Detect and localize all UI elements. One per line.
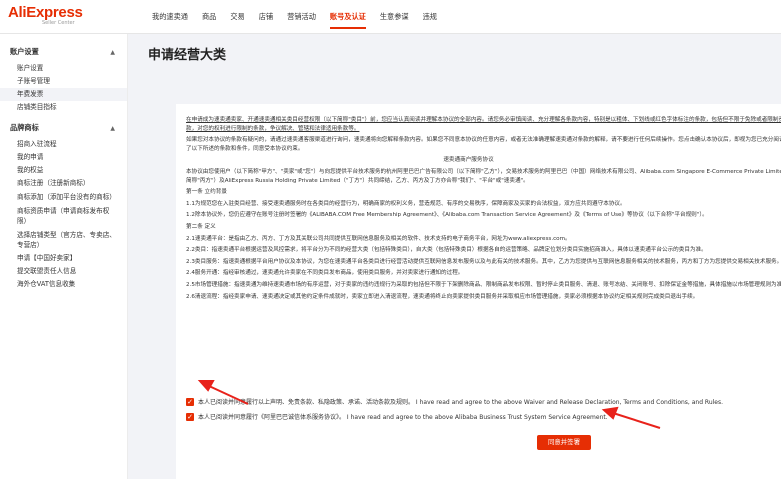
agreement-note: 如果您对本协议的条款有疑问的，请通过速卖通客服渠道进行询问，速卖通将向您解释条款…	[186, 137, 781, 152]
logo-subtitle: Seller Center	[42, 20, 75, 26]
nav-item-my-aliexpress[interactable]: 我的速卖通	[152, 0, 188, 34]
nav-item-products[interactable]: 商品	[202, 0, 216, 34]
sidebar-item-my-applications[interactable]: 我的申请	[0, 151, 127, 164]
checkbox-checked-icon[interactable]: ✓	[186, 412, 194, 421]
nav-item-orders[interactable]: 交易	[230, 0, 244, 34]
sidebar-group-title: 品牌商标	[10, 123, 39, 132]
sidebar-item-account-settings[interactable]: 账户设置	[0, 62, 127, 75]
agreement-section: 第一条 立约背景	[186, 189, 227, 196]
agreement-clause: 1.2除本协议外，您仍应遵守在账号注册时签署的《ALIBABA.COM Free…	[186, 212, 708, 219]
agreement-clause: 2.1速卖通平台：是指由乙方、丙方、丁方及其关联公司共同提供互联网信息服务及相关…	[186, 235, 571, 242]
sidebar-item-good-seller[interactable]: 申请【中国好卖家】	[0, 252, 127, 265]
sidebar-item-my-rights[interactable]: 我的权益	[0, 164, 127, 177]
sidebar-item-annual-fee-invoice[interactable]: 年费发票	[0, 88, 127, 101]
agree-rules-row[interactable]: ✓ 本人已阅读并同意履行以上声明、免责条款、私隐政策、承诺、活动条款及规则。 I…	[186, 394, 781, 409]
main-content: 申请经营大类 在申请成为速卖通卖家、开通速卖通相关类目经营权限（以下简称"类目"…	[148, 34, 781, 479]
nav-item-violations[interactable]: 违规	[423, 0, 437, 34]
sidebar-item-store-category-metrics[interactable]: 店铺类目指标	[0, 101, 127, 114]
top-navigation-bar: AliExpress Seller Center 我的速卖通 商品 交易 店铺 …	[0, 0, 781, 34]
caret-up-icon[interactable]: ▲	[110, 125, 115, 132]
agree-and-sign-button[interactable]: 同意并签署	[537, 435, 591, 450]
sidebar-group-title: 账户设置	[10, 47, 39, 56]
nav-item-store[interactable]: 店铺	[259, 0, 273, 34]
agreement-clause: 2.2类目：指速卖通平台根据运营及风控需求，将平台分为不同的经营大类（包括特殊类…	[186, 247, 707, 254]
sidebar-item-trademark-add[interactable]: 商标添加（添加平台没有的商标）	[0, 190, 127, 204]
agreement-clause: 2.4服务开通：指经审核通过，速卖通允许卖家在不同类目发布商品，使用类目服务，并…	[186, 270, 464, 277]
agree-trust-row[interactable]: ✓ 本人已阅读并同意履行《阿里巴巴诚信体系服务协议》。 I have read …	[186, 409, 781, 424]
aliexpress-logo[interactable]: AliExpress Seller Center	[8, 5, 83, 29]
sidebar-item-trademark-registration[interactable]: 商标注册（注册新商标）	[0, 177, 127, 190]
agreement-checkboxes: ✓ 本人已阅读并同意履行以上声明、免责条款、私隐政策、承诺、活动条款及规则。 I…	[186, 394, 781, 424]
nav-item-marketing[interactable]: 营销活动	[287, 0, 316, 34]
agreement-clause: 1.1为规范您在入驻类目经营、接受速卖通服务时在各类目的经营行为，明确商家的权利…	[186, 200, 626, 207]
nav-item-account[interactable]: 账号及认证	[329, 0, 366, 34]
sidebar-group-brand-trademark[interactable]: 品牌商标 ▲	[0, 118, 127, 138]
sidebar-item-overseas-vat[interactable]: 海外仓VAT信息收集	[0, 278, 127, 291]
page-title: 申请经营大类	[148, 48, 227, 63]
logo-brand: AliExpress	[8, 4, 83, 21]
sidebar-item-trademark-qualification[interactable]: 商标资质申请（申请商标发布权限）	[0, 204, 127, 228]
sidebar-group-account-settings[interactable]: 账户设置 ▲	[0, 42, 127, 62]
sidebar-item-alliance-contact[interactable]: 提交联盟责任人信息	[0, 265, 127, 278]
sidebar-item-sub-accounts[interactable]: 子账号管理	[0, 75, 127, 88]
agreement-clause: 2.3类目服务：指速卖通根据平台用户协议及本协议，为您在速卖通平台各类目进行经营…	[186, 258, 781, 265]
nav-item-business-advisor[interactable]: 生意参谋	[380, 0, 409, 34]
agreement-clause: 2.6清退流程：指经卖家申请、速卖通决定或其他约定条件成就时，卖家立即进入清退流…	[186, 293, 699, 300]
agreement-card: 在申请成为速卖通卖家、开通速卖通相关类目经营权限（以下简称"类目"）前，您应当认…	[176, 104, 781, 479]
sidebar-item-onboarding-process[interactable]: 招商入驻流程	[0, 138, 127, 151]
main-nav: 我的速卖通 商品 交易 店铺 营销活动 账号及认证 生意参谋 违规	[152, 0, 451, 34]
agreement-intro: 在申请成为速卖通卖家、开通速卖通相关类目经营权限（以下简称"类目"）前，您应当认…	[186, 117, 781, 132]
checkbox-checked-icon[interactable]: ✓	[186, 397, 194, 406]
agreement-clause: 2.5市场管理措施：指速卖通为维持速卖通市场的有序运营，对于卖家的违约违规行为采…	[186, 281, 781, 288]
caret-up-icon[interactable]: ▲	[110, 49, 115, 56]
sidebar: 账户设置 ▲ 账户设置 子账号管理 年费发票 店铺类目指标 品牌商标 ▲ 招商入…	[0, 34, 128, 479]
agree-trust-label: 本人已阅读并同意履行《阿里巴巴诚信体系服务协议》。 I have read an…	[198, 414, 608, 421]
agreement-section: 第二条 定义	[186, 223, 216, 230]
sidebar-item-store-type[interactable]: 选择店铺类型（官方店、专卖店、专营店）	[0, 228, 127, 252]
agreement-parties: 本协议由您使用户（以下简称"甲方"、"卖家"或"您"）与向您提供平台技术服务的杭…	[186, 168, 781, 184]
agree-rules-label: 本人已阅读并同意履行以上声明、免责条款、私隐政策、承诺、活动条款及规则。 I h…	[198, 399, 724, 406]
agreement-doc-title: 速卖通商户服务协议	[443, 157, 494, 164]
